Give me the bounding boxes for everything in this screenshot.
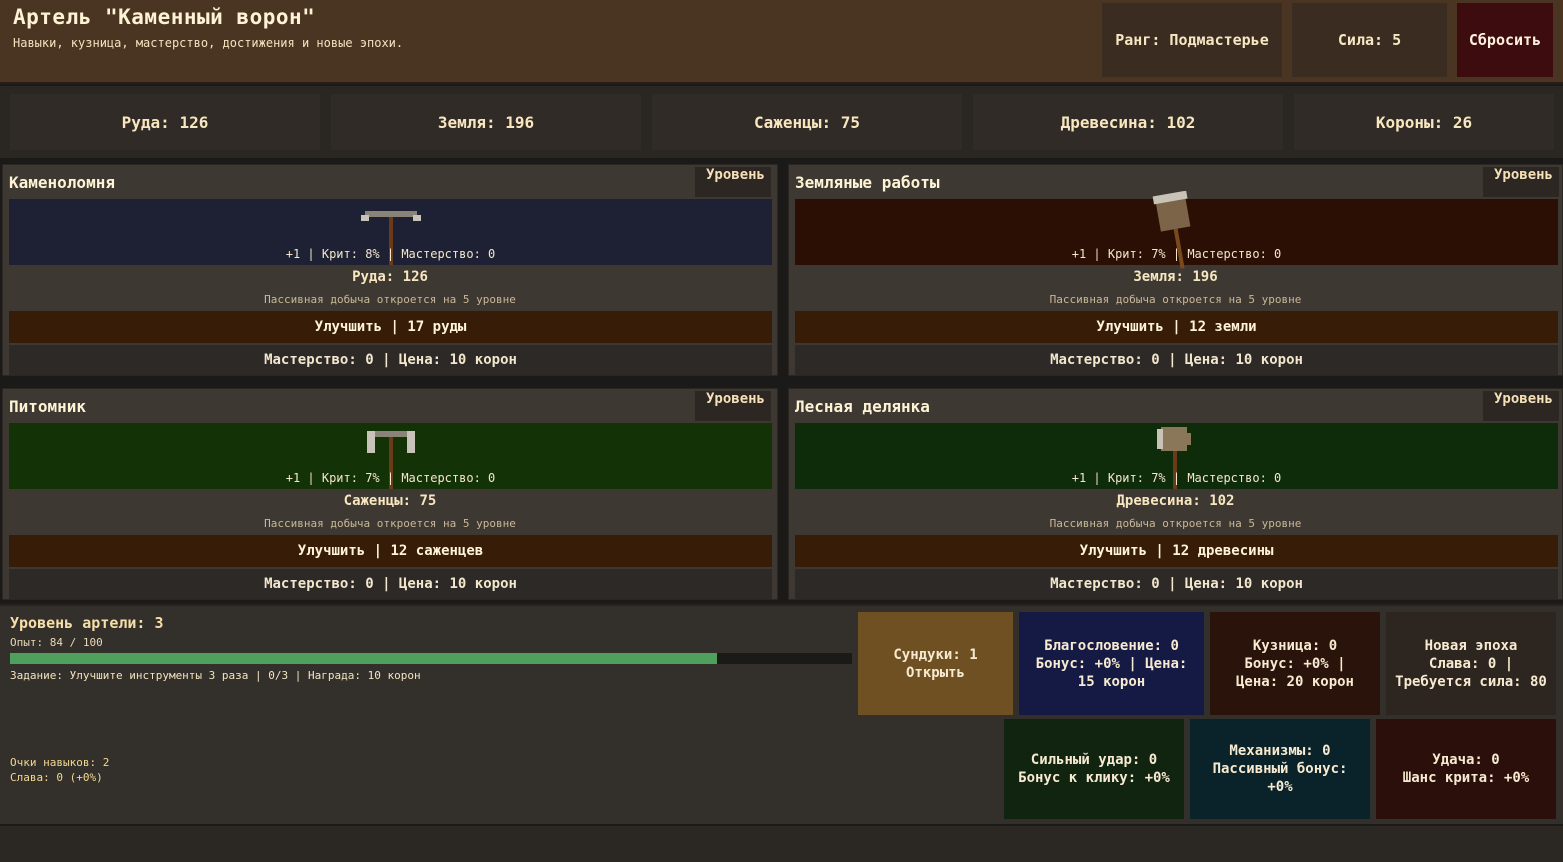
tool-stats: +1 | Крит: 7% | Мастерство: 0	[1071, 247, 1282, 261]
new-era-label: Новая эпоха Слава: 0 | Требуется сила: 8…	[1395, 637, 1547, 690]
card-quarry: Каменоломня Уровень +1 | Крит: 8% | Маст…	[2, 164, 778, 376]
page-title: Артель "Каменный ворон"	[13, 5, 316, 29]
resource-bar: Руда: 126 Земля: 196 Саженцы: 75 Древеси…	[0, 86, 1563, 158]
experience-text: Опыт: 84 / 100	[10, 636, 103, 649]
resource-earth: Земля: 196	[331, 94, 641, 150]
mastery-button[interactable]: Мастерство: 0 | Цена: 10 корон	[795, 345, 1558, 375]
strong-hit-button[interactable]: Сильный удар: 0 Бонус к клику: +0%	[1004, 719, 1184, 819]
luck-button[interactable]: Удача: 0 Шанс крита: +0%	[1376, 719, 1556, 819]
experience-bar	[10, 653, 852, 664]
upgrade-button[interactable]: Улучшить | 12 древесины	[795, 535, 1558, 567]
progress-panel: Уровень артели: 3 Опыт: 84 / 100 Задание…	[0, 604, 1563, 824]
upgrade-button[interactable]: Улучшить | 12 земли	[795, 311, 1558, 343]
luck-label: Удача: 0 Шанс крита: +0%	[1402, 752, 1530, 786]
upgrade-button[interactable]: Улучшить | 12 саженцев	[9, 535, 772, 567]
reset-button[interactable]: Сбросить	[1457, 3, 1553, 77]
mine-click-area[interactable]: +1 | Крит: 8% | Мастерство: 0	[9, 199, 772, 265]
passive-note: Пассивная добыча откроется на 5 уровне	[264, 293, 516, 306]
level-tag: Уровень	[695, 167, 771, 197]
glory-text: Слава: 0 (+0%)	[10, 771, 103, 784]
passive-note: Пассивная добыча откроется на 5 уровне	[1049, 293, 1302, 306]
card-earthworks: Земляные работы Уровень +1 | Крит: 7% | …	[788, 164, 1563, 376]
footer-bar	[0, 826, 1563, 862]
power-display: Сила: 5	[1292, 3, 1447, 77]
resource-amount: Земля: 196	[1133, 269, 1218, 285]
mastery-button[interactable]: Мастерство: 0 | Цена: 10 корон	[9, 569, 772, 599]
strong-hit-label: Сильный удар: 0 Бонус к клику: +0%	[1018, 752, 1170, 786]
resource-amount: Саженцы: 75	[343, 493, 437, 509]
forge-button[interactable]: Кузница: 0 Бонус: +0% | Цена: 20 корон	[1210, 612, 1380, 715]
tool-stats: +1 | Крит: 7% | Мастерство: 0	[285, 471, 496, 485]
mastery-button[interactable]: Мастерство: 0 | Цена: 10 корон	[9, 345, 772, 375]
blessing-label: Благословение: 0 Бонус: +0% | Цена: 15 к…	[1035, 637, 1188, 690]
passive-note: Пассивная добыча откроется на 5 уровне	[264, 517, 516, 530]
mastery-button[interactable]: Мастерство: 0 | Цена: 10 корон	[795, 569, 1558, 599]
card-nursery: Питомник Уровень +1 | Крит: 7% | Мастерс…	[2, 388, 778, 600]
chests-label: Сундуки: 1 Открыть	[893, 646, 978, 681]
forge-label: Кузница: 0 Бонус: +0% | Цена: 20 корон	[1235, 637, 1354, 690]
card-title: Каменоломня	[9, 173, 115, 192]
level-tag: Уровень	[1483, 167, 1559, 197]
resource-amount: Руда: 126	[352, 269, 428, 285]
level-tag: Уровень	[695, 391, 771, 421]
mine-click-area[interactable]: +1 | Крит: 7% | Мастерство: 0	[795, 191, 1558, 269]
card-title: Питомник	[9, 397, 87, 416]
resource-ore: Руда: 126	[10, 94, 320, 150]
passive-note: Пассивная добыча откроется на 5 уровне	[1049, 517, 1302, 530]
header-bar: Артель "Каменный ворон" Навыки, кузница,…	[0, 0, 1563, 84]
experience-fill	[10, 653, 717, 664]
new-era-button[interactable]: Новая эпоха Слава: 0 | Требуется сила: 8…	[1386, 612, 1556, 715]
upgrade-button[interactable]: Улучшить | 17 руды	[9, 311, 772, 343]
chests-button[interactable]: Сундуки: 1 Открыть	[858, 612, 1013, 715]
level-tag: Уровень	[1483, 391, 1559, 421]
page-subtitle: Навыки, кузница, мастерство, достижения …	[13, 36, 404, 50]
blessing-button[interactable]: Благословение: 0 Бонус: +0% | Цена: 15 к…	[1019, 612, 1204, 715]
resource-amount: Древесина: 102	[1116, 493, 1235, 509]
rank-display: Ранг: Подмастерье	[1102, 3, 1282, 77]
card-title: Земляные работы	[795, 173, 940, 192]
card-title: Лесная делянка	[795, 397, 930, 416]
mine-click-area[interactable]: +1 | Крит: 7% | Мастерство: 0	[9, 423, 772, 489]
mechanisms-label: Механизмы: 0 Пассивный бонус: +0%	[1212, 743, 1348, 795]
resource-crowns: Короны: 26	[1294, 94, 1554, 150]
artel-level: Уровень артели: 3	[10, 614, 164, 632]
skill-points: Очки навыков: 2	[10, 756, 110, 769]
card-forest: Лесная делянка Уровень +1 | Крит: 7% | М…	[788, 388, 1563, 600]
resource-wood: Древесина: 102	[973, 94, 1283, 150]
mechanisms-button[interactable]: Механизмы: 0 Пассивный бонус: +0%	[1190, 719, 1370, 819]
mine-click-area[interactable]: +1 | Крит: 7% | Мастерство: 0	[795, 423, 1558, 489]
tool-stats: +1 | Крит: 8% | Мастерство: 0	[285, 247, 496, 261]
quest-text: Задание: Улучшите инструменты 3 раза | 0…	[10, 669, 421, 682]
resource-saplings: Саженцы: 75	[652, 94, 962, 150]
tool-stats: +1 | Крит: 7% | Мастерство: 0	[1071, 471, 1282, 485]
